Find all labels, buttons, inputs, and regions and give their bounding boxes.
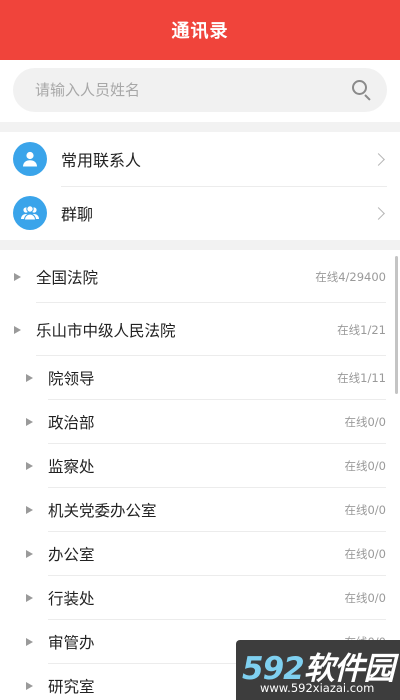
tree-node-label: 机关党委办公室 [48,502,157,520]
search-box[interactable] [13,68,387,112]
group-icon [13,196,47,230]
caret-right-icon[interactable] [26,462,33,470]
search-input[interactable] [35,81,351,99]
tree-node[interactable]: 乐山市中级人民法院 在线1/21 [0,303,400,356]
watermark-logo: 592软件园 www.592xiazai.com [236,640,400,700]
contact-label: 群聊 [61,205,94,224]
caret-right-icon[interactable] [26,418,33,426]
caret-right-icon[interactable] [26,374,33,382]
tree-node[interactable]: 办公室 在线0/0 [0,532,400,576]
caret-right-icon[interactable] [26,550,33,558]
tree-node[interactable]: 全国法院 在线4/29400 [0,250,400,303]
watermark-url: www.592xiazai.com [260,681,375,695]
tree-node[interactable]: 监察处 在线0/0 [0,444,400,488]
tree-node-label: 行装处 [48,590,95,608]
online-status: 在线0/0 [344,547,386,561]
caret-right-icon[interactable] [26,638,33,646]
frequent-contacts-item[interactable]: 常用联系人 [13,132,387,186]
caret-right-icon[interactable] [14,272,21,281]
online-status: 在线1/11 [337,371,386,385]
section-divider [0,122,400,132]
chevron-right-icon [372,206,385,220]
org-tree: 全国法院 在线4/29400 乐山市中级人民法院 在线1/21 院领导 在线1/… [0,250,400,700]
contact-label: 常用联系人 [61,151,142,170]
tree-node[interactable]: 行装处 在线0/0 [0,576,400,620]
tree-node-label: 监察处 [48,458,95,476]
caret-right-icon[interactable] [14,325,21,334]
tree-node-label: 全国法院 [36,268,99,287]
online-status: 在线4/29400 [315,269,386,284]
online-status: 在线1/21 [337,322,386,337]
group-chat-item[interactable]: 群聊 [13,186,387,240]
caret-right-icon[interactable] [26,506,33,514]
contacts-section: 常用联系人 群聊 [0,132,400,240]
search-icon[interactable] [351,79,373,101]
tree-node[interactable]: 院领导 在线1/11 [0,356,400,400]
tree-node-label: 院领导 [48,370,95,388]
app-header: 通讯录 [0,0,400,60]
person-icon [13,142,47,176]
online-status: 在线0/0 [344,591,386,605]
tree-node[interactable]: 机关党委办公室 在线0/0 [0,488,400,532]
tree-node-label: 政治部 [48,414,95,432]
tree-node-label: 办公室 [48,546,95,564]
tree-node-label: 乐山市中级人民法院 [36,321,176,340]
chevron-right-icon [372,152,385,166]
scrollbar[interactable] [395,256,398,394]
online-status: 在线0/0 [344,459,386,473]
caret-right-icon[interactable] [26,682,33,690]
tree-node[interactable]: 政治部 在线0/0 [0,400,400,444]
online-status: 在线0/0 [344,415,386,429]
caret-right-icon[interactable] [26,594,33,602]
online-status: 在线0/0 [344,503,386,517]
section-divider [0,240,400,250]
search-bar [0,60,400,122]
page-title: 通讯录 [171,21,229,42]
